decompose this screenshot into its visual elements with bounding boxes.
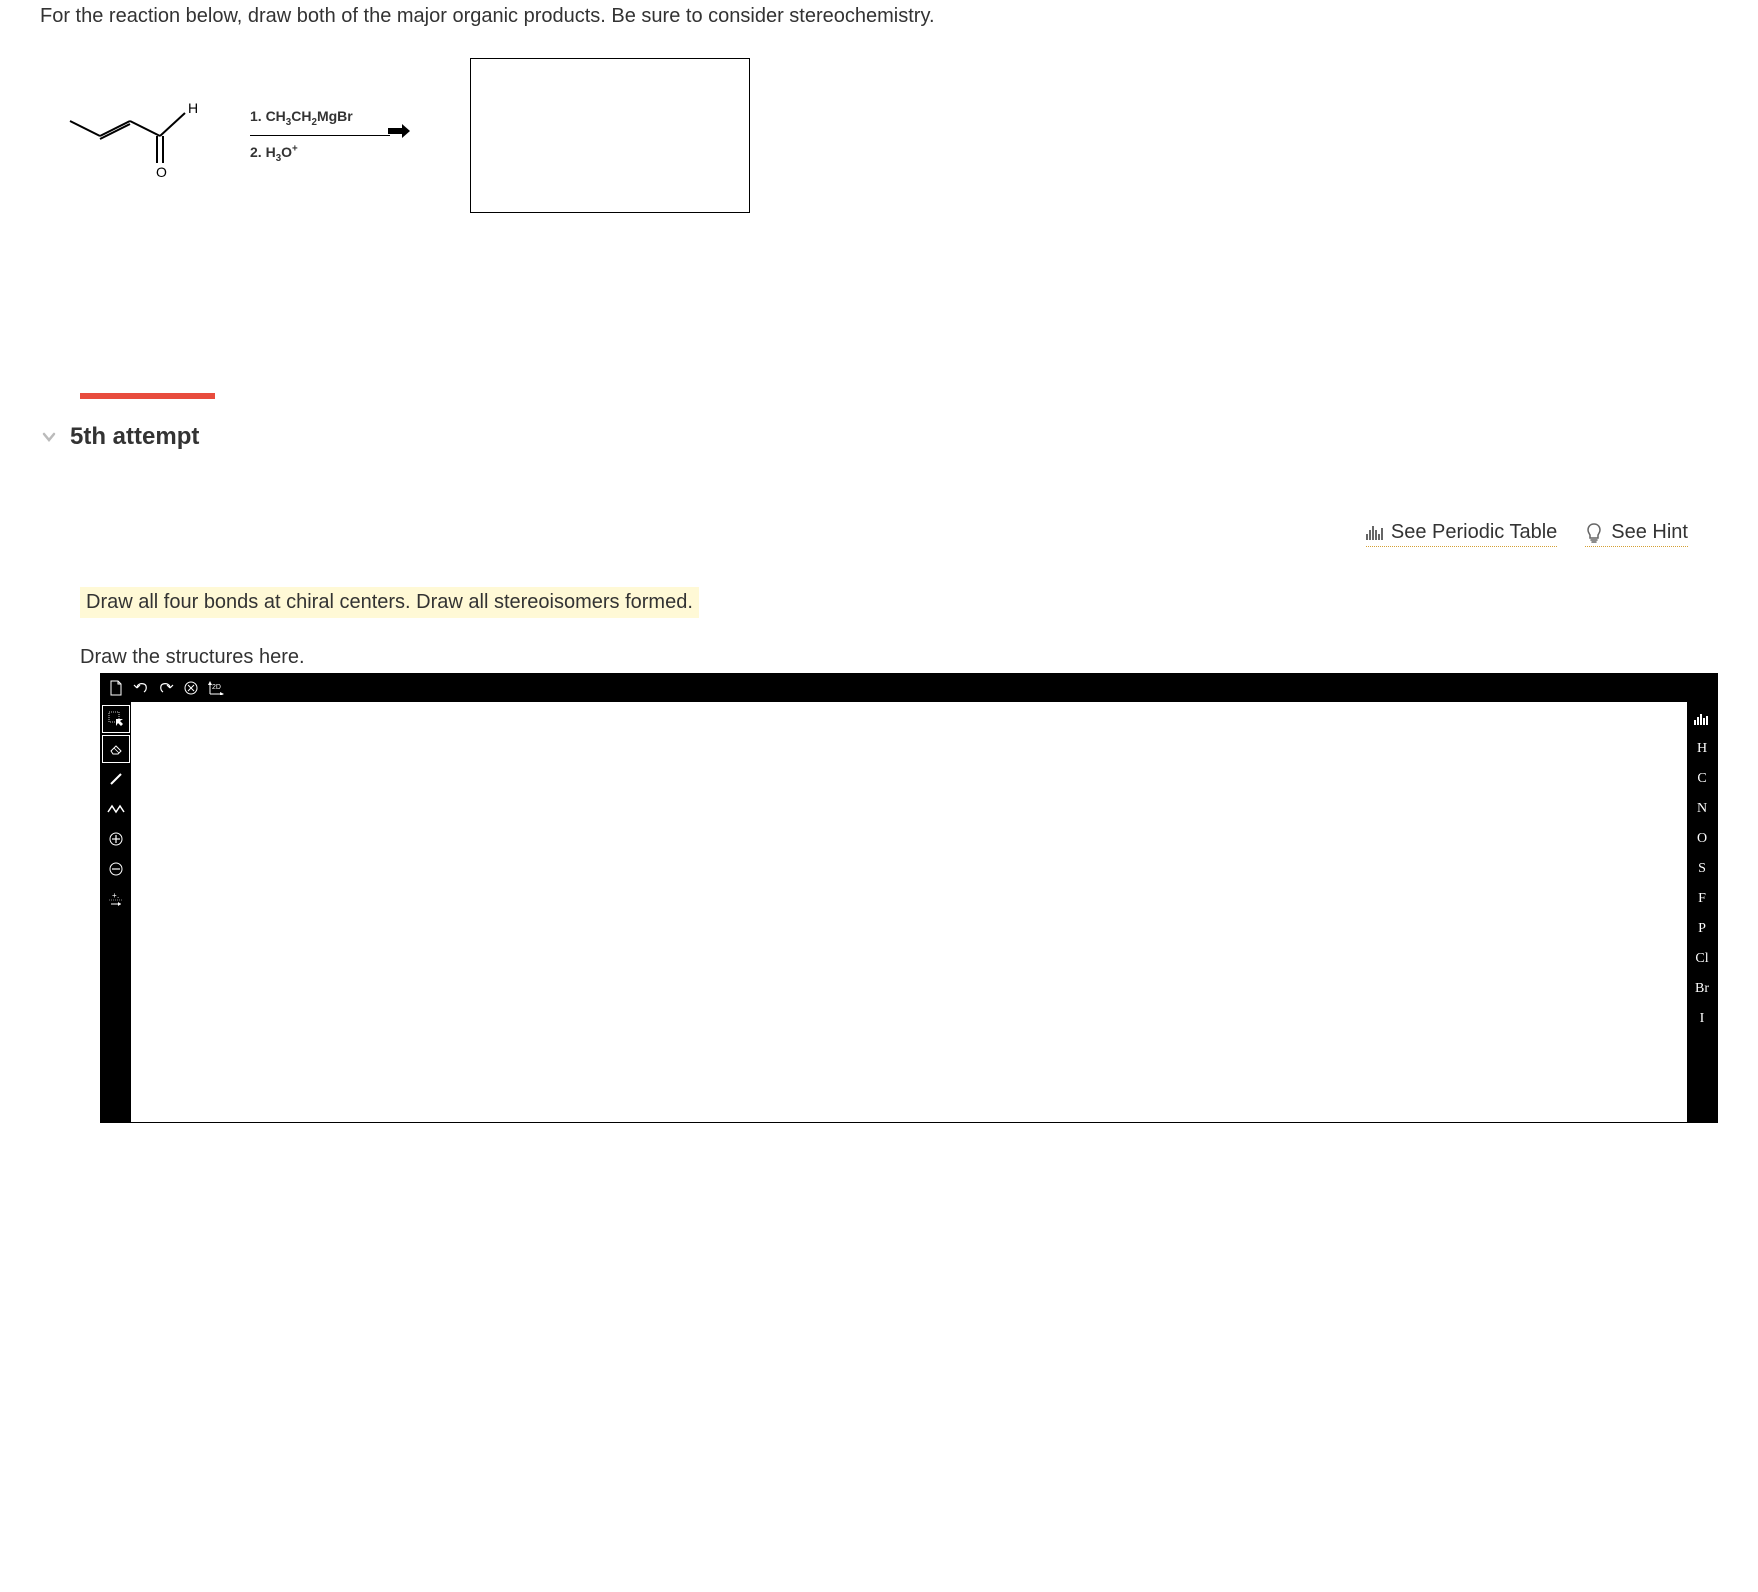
editor-left-toolbar: +. bbox=[101, 702, 131, 1122]
new-file-button[interactable] bbox=[105, 677, 127, 699]
instruction-highlight: Draw all four bonds at chiral centers. D… bbox=[80, 587, 699, 618]
svg-text:H: H bbox=[188, 100, 198, 116]
element-br[interactable]: Br bbox=[1688, 975, 1716, 1003]
helper-links: See Periodic Table See Hint bbox=[40, 521, 1718, 547]
editor-canvas[interactable] bbox=[131, 702, 1687, 1122]
element-cl[interactable]: Cl bbox=[1688, 945, 1716, 973]
draw-structures-label: Draw the structures here. bbox=[80, 646, 1718, 669]
hint-link[interactable]: See Hint bbox=[1585, 521, 1688, 547]
chain-tool[interactable] bbox=[102, 795, 130, 823]
undo-button[interactable] bbox=[130, 677, 152, 699]
editor-right-toolbar: H C N O S F P Cl Br I bbox=[1687, 702, 1717, 1122]
element-s[interactable]: S bbox=[1688, 855, 1716, 883]
reaction-area: H O 1. CH3CH2MgBr 2. H3O+ bbox=[60, 58, 1718, 213]
reaction-arrow-icon bbox=[388, 124, 410, 138]
editor-top-toolbar: 2D bbox=[101, 674, 1717, 702]
select-tool[interactable] bbox=[102, 705, 130, 733]
attempt-progress-bar bbox=[80, 393, 215, 399]
svg-text:2D: 2D bbox=[212, 684, 221, 691]
svg-text:.: . bbox=[117, 892, 119, 900]
2d-button[interactable]: 2D bbox=[205, 677, 227, 699]
element-i[interactable]: I bbox=[1688, 1005, 1716, 1033]
plus-charge-tool[interactable] bbox=[102, 825, 130, 853]
reagent-step-1: 1. CH3CH2MgBr bbox=[250, 104, 390, 131]
attempt-title: 5th attempt bbox=[70, 423, 199, 451]
lightbulb-icon bbox=[1585, 522, 1603, 544]
starting-material-structure: H O bbox=[60, 91, 230, 181]
question-text: For the reaction below, draw both of the… bbox=[40, 0, 1718, 28]
periodic-table-link[interactable]: See Periodic Table bbox=[1366, 521, 1557, 547]
single-bond-tool[interactable] bbox=[102, 765, 130, 793]
element-o[interactable]: O bbox=[1688, 825, 1716, 853]
periodic-table-icon bbox=[1366, 526, 1383, 540]
reagents-block: 1. CH3CH2MgBr 2. H3O+ bbox=[250, 104, 390, 168]
periodic-mini-icon[interactable] bbox=[1688, 705, 1716, 733]
attempt-header[interactable]: 5th attempt bbox=[40, 423, 1718, 451]
radical-tool[interactable]: +. bbox=[102, 885, 130, 913]
minus-charge-tool[interactable] bbox=[102, 855, 130, 883]
product-answer-box[interactable] bbox=[470, 58, 750, 213]
svg-text:O: O bbox=[156, 164, 167, 180]
element-n[interactable]: N bbox=[1688, 795, 1716, 823]
eraser-tool[interactable] bbox=[102, 735, 130, 763]
element-f[interactable]: F bbox=[1688, 885, 1716, 913]
redo-button[interactable] bbox=[155, 677, 177, 699]
chevron-down-icon bbox=[40, 428, 58, 446]
element-h[interactable]: H bbox=[1688, 735, 1716, 763]
structure-editor: 2D +. bbox=[100, 673, 1718, 1123]
clear-button[interactable] bbox=[180, 677, 202, 699]
element-c[interactable]: C bbox=[1688, 765, 1716, 793]
reagent-step-2: 2. H3O+ bbox=[250, 140, 390, 167]
element-p[interactable]: P bbox=[1688, 915, 1716, 943]
